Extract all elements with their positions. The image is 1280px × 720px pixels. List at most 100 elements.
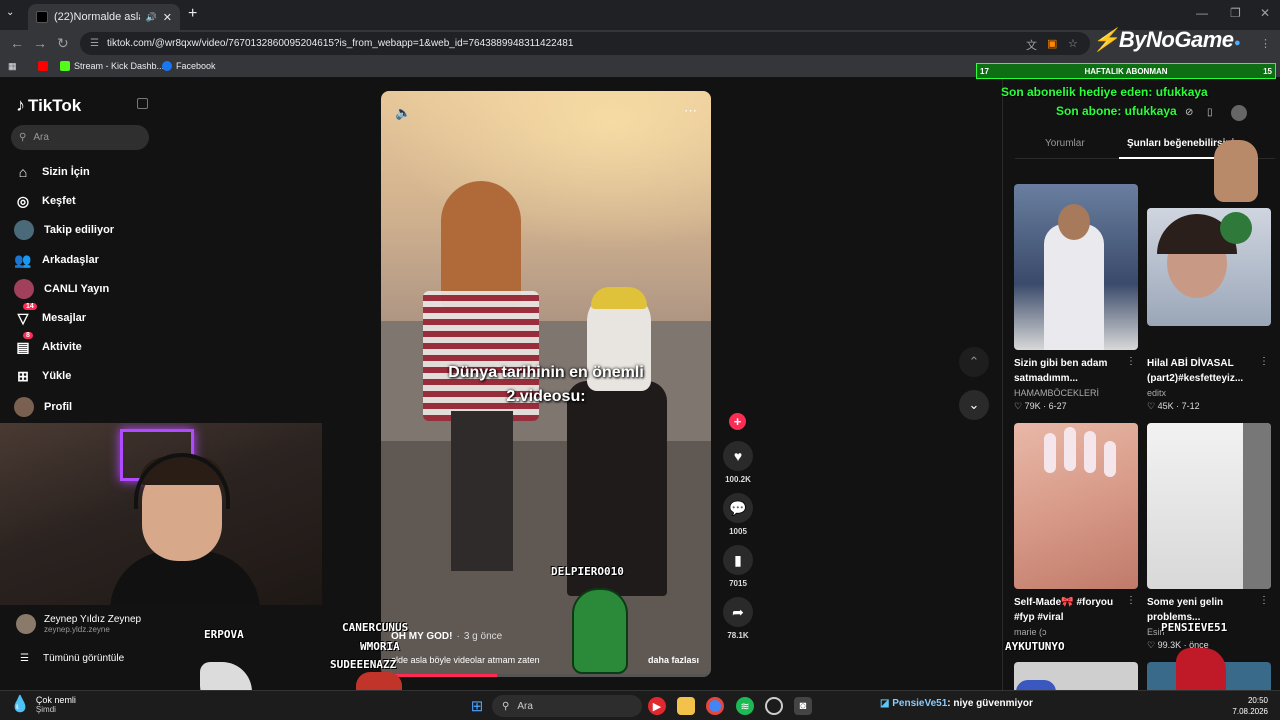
sidebar-item-explore[interactable]: ◎ Keşfet	[14, 192, 76, 210]
tab-list-icon[interactable]: ⌄	[6, 7, 14, 18]
following-handle: zeynep.yldz.zeyne	[44, 625, 110, 634]
audio-playing-icon[interactable]: 🔊	[146, 12, 157, 23]
upload-icon: ⊞	[17, 367, 29, 384]
steam-icon[interactable]	[765, 697, 783, 715]
ticker-message: : niye güvenmiyor	[947, 698, 1033, 709]
video-thumbnail	[1014, 184, 1138, 350]
card-more-icon[interactable]: ⋮	[1259, 595, 1269, 606]
forward-icon[interactable]: →	[33, 35, 47, 51]
sidebar-item-activity[interactable]: ▤ 8 Aktivite	[14, 332, 82, 356]
menu-icon[interactable]: ⋮	[1260, 37, 1271, 50]
chrome-icon[interactable]	[706, 697, 724, 715]
address-bar[interactable]: ☰ tiktok.com/@wr8qxw/video/7670132860095…	[80, 32, 1090, 55]
reload-icon[interactable]: ↻	[57, 35, 69, 52]
sidebar-item-profile[interactable]: Profil	[14, 397, 72, 417]
card-author: HAMAMBÖCEKLERİ	[1014, 388, 1100, 398]
sub-goal-target: 15	[1263, 66, 1272, 76]
card-more-icon[interactable]: ⋮	[1126, 356, 1136, 367]
translate-icon[interactable]: 文	[1026, 37, 1037, 53]
tab-comments[interactable]: Yorumlar	[1045, 138, 1085, 149]
profile-icon[interactable]: ●	[1234, 37, 1241, 49]
bookmark-youtube[interactable]	[38, 61, 48, 71]
recommended-video-card[interactable]: Self-Made🎀 #foryou #fyp #viral ⋮ marie (…	[1014, 423, 1138, 637]
taskbar-search[interactable]: ⚲ Ara	[492, 695, 642, 717]
tab-title: (22)Normalde asla böyle vi	[54, 11, 140, 23]
sidebar-item-for-you[interactable]: ⌂ Sizin İçin	[14, 163, 90, 181]
chevron-up-icon: ⌃	[968, 354, 980, 369]
sidebar-item-following[interactable]: Takip ediliyor	[14, 220, 114, 240]
search-input[interactable]: ⚲ Ara	[11, 125, 149, 150]
live-icon	[14, 279, 34, 299]
weather-widget[interactable]: 💧 Çok nemli Şimdi	[10, 694, 76, 714]
bookmark-kick[interactable]: Stream - Kick Dashb...	[60, 61, 164, 71]
sidebar-item-friends[interactable]: 👥 Arkadaşlar	[14, 251, 99, 269]
url-text: tiktok.com/@wr8qxw/video/767013286009520…	[106, 38, 574, 49]
bookmark-label: Stream - Kick Dashb...	[74, 61, 165, 71]
next-video-button[interactable]: ⌄	[959, 390, 989, 420]
sub-goal-current: 17	[980, 66, 989, 76]
following-account[interactable]: Zeynep Yıldız Zeynep zeynep.yldz.zeyne	[16, 614, 141, 634]
sidebar-item-upload[interactable]: ⊞ Yükle	[14, 367, 71, 385]
see-all-link[interactable]: ☰ Tümünü görüntüle	[20, 653, 124, 664]
youtube-icon	[38, 61, 48, 71]
sidebar-item-live[interactable]: CANLI Yayın	[14, 279, 109, 299]
back-icon[interactable]: ←	[10, 35, 24, 51]
video-thumbnail	[1014, 423, 1138, 589]
thumb-nail	[1064, 427, 1076, 471]
extension-icon[interactable]: ▣	[1047, 37, 1057, 50]
close-tab-icon[interactable]: ✕	[163, 11, 172, 24]
maximize-icon[interactable]: ❐	[1230, 6, 1241, 20]
save-button[interactable]: ▮ 7015	[722, 545, 754, 588]
tiktok-logo[interactable]: ♪ TikTok	[16, 95, 81, 116]
video-kid-cap	[591, 287, 647, 309]
bookmark-facebook[interactable]: Facebook	[162, 61, 216, 71]
comment-button[interactable]: 💬 1005	[722, 493, 754, 536]
file-explorer-icon[interactable]	[677, 697, 695, 715]
volume-icon[interactable]: 🔈	[395, 105, 411, 121]
embed-icon[interactable]: ⊘	[1185, 107, 1193, 118]
chat-username: WMORIA	[360, 640, 400, 653]
start-icon[interactable]: ⊞	[468, 697, 486, 715]
comment-icon: 💬	[723, 493, 753, 523]
kick-icon	[60, 61, 70, 71]
recommended-video-card[interactable]: Hilal ABİ DİVASAL (part2)#kesfetteyiz...…	[1147, 184, 1271, 412]
spotify-icon[interactable]: ≋	[736, 697, 754, 715]
sidebar-item-label: Profil	[44, 401, 73, 413]
sidebar-item-label: Yükle	[42, 370, 72, 382]
recommended-video-card[interactable]: Some yeni gelin problems... ⋮ Esin ♡ 99.…	[1147, 423, 1271, 651]
user-avatar[interactable]	[1231, 105, 1247, 121]
previous-video-button[interactable]: ⌃	[959, 347, 989, 377]
weather-title: Çok nemli	[35, 694, 76, 705]
sidebar-item-label: Arkadaşlar	[42, 254, 99, 266]
chat-username: AYKUTUNYO	[1005, 640, 1065, 653]
sidebar-item-label: Keşfet	[42, 195, 76, 207]
recommended-video-card[interactable]: Sizin gibi ben adam satmadımm... ⋮ HAMAM…	[1014, 184, 1138, 412]
share-button[interactable]: ➦ 78.1K	[722, 597, 754, 640]
sub-goal-title: HAFTALIK ABONMAN	[1084, 66, 1168, 76]
video-thumbnail	[1147, 208, 1271, 326]
collapse-sidebar-icon[interactable]	[137, 98, 148, 109]
new-tab-icon[interactable]: +	[188, 5, 197, 23]
obs-icon[interactable]: ◙	[794, 697, 812, 715]
browser-tab[interactable]: (22)Normalde asla böyle vi 🔊 ✕	[28, 4, 180, 30]
video-player[interactable]: 🔈 ⋯ Dünya tarihinin en önemli 2.videosu:…	[381, 91, 711, 677]
tiktok-note-icon: ♪	[16, 95, 25, 115]
more-options-icon[interactable]: ⋯	[684, 103, 697, 119]
phone-icon[interactable]: ▯	[1207, 107, 1213, 118]
close-window-icon[interactable]: ✕	[1260, 6, 1270, 20]
bookmark-star-icon[interactable]: ☆	[1068, 37, 1078, 50]
site-info-icon[interactable]: ☰	[90, 38, 99, 49]
system-clock[interactable]: 20:50 7.08.2026	[1232, 695, 1268, 717]
card-more-icon[interactable]: ⋮	[1259, 356, 1269, 367]
video-progress-bar[interactable]	[381, 674, 711, 677]
more-link[interactable]: daha fazlası	[648, 655, 699, 665]
minimize-icon[interactable]: —	[1196, 6, 1208, 20]
card-meta: ♡ 45K · 7-12	[1147, 401, 1200, 411]
like-button[interactable]: ♥ 100.2K	[722, 441, 754, 484]
follow-button[interactable]: +	[729, 413, 746, 430]
media-app-icon[interactable]: ▶	[648, 697, 666, 715]
apps-icon[interactable]: ▦	[8, 61, 17, 72]
sidebar-item-messages[interactable]: ▽ 14 Mesajlar	[14, 303, 86, 327]
card-more-icon[interactable]: ⋮	[1126, 595, 1136, 606]
profile-avatar-icon	[14, 397, 34, 417]
